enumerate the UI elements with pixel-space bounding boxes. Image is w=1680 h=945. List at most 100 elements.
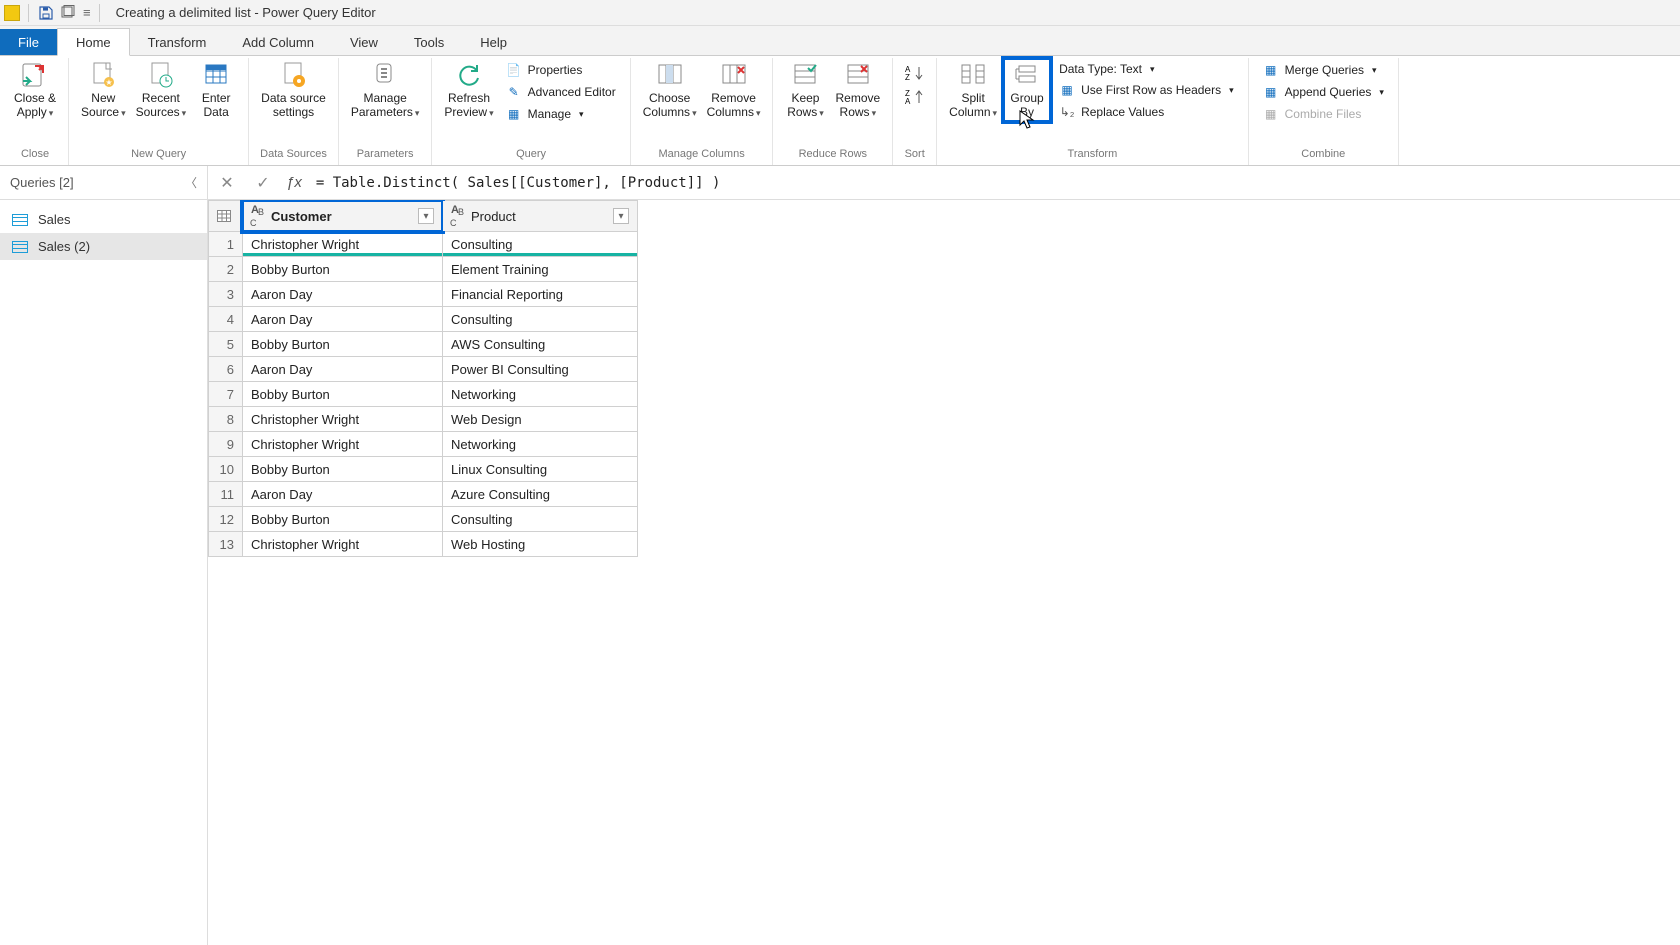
choose-columns-button[interactable]: Choose Columns xyxy=(639,58,701,122)
cell-customer[interactable]: Christopher Wright xyxy=(243,532,443,557)
row-number: 2 xyxy=(209,257,243,282)
table-corner-button[interactable] xyxy=(209,201,243,232)
main-area: Sales Sales (2) ABC Customer ▾ xyxy=(0,200,1680,945)
tab-tools[interactable]: Tools xyxy=(396,29,462,55)
cell-customer[interactable]: Aaron Day xyxy=(243,282,443,307)
column-header-product[interactable]: ABC Product ▾ xyxy=(443,201,638,232)
remove-rows-button[interactable]: Remove Rows xyxy=(831,58,884,122)
new-source-button[interactable]: ★ New Source xyxy=(77,58,130,122)
cell-product[interactable]: Power BI Consulting xyxy=(443,357,638,382)
tab-home[interactable]: Home xyxy=(57,28,130,56)
table-row[interactable]: 2Bobby BurtonElement Training xyxy=(209,257,638,282)
sort-desc-button[interactable]: ZA xyxy=(905,88,925,106)
collapse-pane-icon[interactable]: 〈 xyxy=(185,174,197,191)
cell-customer[interactable]: Christopher Wright xyxy=(243,232,443,257)
merge-queries-button[interactable]: ▦Merge Queries▾ xyxy=(1257,60,1383,80)
table-row[interactable]: 8Christopher WrightWeb Design xyxy=(209,407,638,432)
preview-table: ABC Customer ▾ ABC Product ▾ 1Christ xyxy=(208,200,638,557)
row-number: 6 xyxy=(209,357,243,382)
table-row[interactable]: 7Bobby BurtonNetworking xyxy=(209,382,638,407)
table-row[interactable]: 5Bobby BurtonAWS Consulting xyxy=(209,332,638,357)
cell-customer[interactable]: Bobby Burton xyxy=(243,382,443,407)
cell-customer[interactable]: Bobby Burton xyxy=(243,507,443,532)
formula-bar: ✕ ✓ ƒx = Table.Distinct( Sales[[Customer… xyxy=(208,166,1680,199)
replace-values-button[interactable]: ↳₂Replace Values xyxy=(1053,102,1170,122)
table-row[interactable]: 10Bobby BurtonLinux Consulting xyxy=(209,457,638,482)
tab-help[interactable]: Help xyxy=(462,29,525,55)
table-row[interactable]: 6Aaron DayPower BI Consulting xyxy=(209,357,638,382)
formula-input[interactable]: = Table.Distinct( Sales[[Customer], [Pro… xyxy=(316,175,1674,191)
split-column-button[interactable]: Split Column xyxy=(945,58,1001,122)
advanced-editor-button[interactable]: ✎Advanced Editor xyxy=(500,82,622,102)
append-icon: ▦ xyxy=(1263,84,1279,100)
row-number: 11 xyxy=(209,482,243,507)
properties-button[interactable]: 📄Properties xyxy=(500,60,589,80)
cell-product[interactable]: Networking xyxy=(443,432,638,457)
remove-columns-icon xyxy=(717,60,751,90)
cell-product[interactable]: AWS Consulting xyxy=(443,332,638,357)
query-item-sales[interactable]: Sales xyxy=(0,206,207,233)
cell-customer[interactable]: Christopher Wright xyxy=(243,432,443,457)
manage-parameters-button[interactable]: Manage Parameters xyxy=(347,58,424,122)
commit-formula-button[interactable]: ✓ xyxy=(250,170,276,196)
enter-data-button[interactable]: Enter Data xyxy=(192,58,240,122)
cell-product[interactable]: Consulting xyxy=(443,507,638,532)
cancel-formula-button[interactable]: ✕ xyxy=(214,170,240,196)
cell-product[interactable]: Networking xyxy=(443,382,638,407)
cell-customer[interactable]: Bobby Burton xyxy=(243,257,443,282)
ribbon-group-new-query: ★ New Source Recent Sources Enter Data N… xyxy=(69,58,249,165)
column-filter-dropdown[interactable]: ▾ xyxy=(613,208,629,224)
manage-query-button[interactable]: ▦Manage▾ xyxy=(500,104,590,124)
column-filter-dropdown[interactable]: ▾ xyxy=(418,208,434,224)
cell-product[interactable]: Azure Consulting xyxy=(443,482,638,507)
quick-access-dropdown-icon[interactable] xyxy=(59,4,77,22)
table-row[interactable]: 9Christopher WrightNetworking xyxy=(209,432,638,457)
properties-icon: 📄 xyxy=(506,62,522,78)
group-by-button[interactable]: Group By xyxy=(1003,58,1051,122)
table-row[interactable]: 1Christopher WrightConsulting xyxy=(209,232,638,257)
cell-product[interactable]: Financial Reporting xyxy=(443,282,638,307)
queries-header[interactable]: Queries [2] 〈 xyxy=(0,166,208,199)
keep-rows-button[interactable]: Keep Rows xyxy=(781,58,829,122)
save-icon[interactable] xyxy=(37,4,55,22)
cell-product[interactable]: Web Design xyxy=(443,407,638,432)
tab-view[interactable]: View xyxy=(332,29,396,55)
replace-icon: ↳₂ xyxy=(1059,104,1075,120)
cell-product[interactable]: Consulting xyxy=(443,307,638,332)
recent-sources-button[interactable]: Recent Sources xyxy=(132,58,191,122)
fx-label[interactable]: ƒx xyxy=(286,174,306,191)
cell-customer[interactable]: Aaron Day xyxy=(243,482,443,507)
close-apply-button[interactable]: Close & Apply xyxy=(10,58,60,122)
data-source-settings-button[interactable]: Data source settings xyxy=(257,58,330,122)
table-row[interactable]: 13Christopher WrightWeb Hosting xyxy=(209,532,638,557)
append-queries-button[interactable]: ▦Append Queries▾ xyxy=(1257,82,1390,102)
table-row[interactable]: 4Aaron DayConsulting xyxy=(209,307,638,332)
column-header-customer[interactable]: ABC Customer ▾ xyxy=(243,201,443,232)
first-row-headers-button[interactable]: ▦Use First Row as Headers▾ xyxy=(1053,80,1240,100)
combine-files-button[interactable]: ▦Combine Files xyxy=(1257,104,1368,124)
cell-customer[interactable]: Aaron Day xyxy=(243,307,443,332)
query-item-sales-2[interactable]: Sales (2) xyxy=(0,233,207,260)
cell-product[interactable]: Element Training xyxy=(443,257,638,282)
cell-product[interactable]: Linux Consulting xyxy=(443,457,638,482)
split-column-icon xyxy=(956,60,990,90)
table-row[interactable]: 12Bobby BurtonConsulting xyxy=(209,507,638,532)
data-type-button[interactable]: Data Type: Text▾ xyxy=(1053,60,1160,78)
cell-customer[interactable]: Bobby Burton xyxy=(243,457,443,482)
cell-product[interactable]: Web Hosting xyxy=(443,532,638,557)
tab-transform[interactable]: Transform xyxy=(130,29,225,55)
sort-asc-button[interactable]: AZ xyxy=(905,64,925,82)
tab-file[interactable]: File xyxy=(0,29,57,55)
cell-customer[interactable]: Bobby Burton xyxy=(243,332,443,357)
ribbon-group-transform: Split Column Group By Data Type: Text▾ ▦… xyxy=(937,58,1248,165)
cell-customer[interactable]: Aaron Day xyxy=(243,357,443,382)
refresh-preview-button[interactable]: Refresh Preview xyxy=(440,58,497,122)
tab-add-column[interactable]: Add Column xyxy=(224,29,332,55)
cell-customer[interactable]: Christopher Wright xyxy=(243,407,443,432)
table-row[interactable]: 3Aaron DayFinancial Reporting xyxy=(209,282,638,307)
remove-columns-button[interactable]: Remove Columns xyxy=(703,58,765,122)
title-bar: ≡ Creating a delimited list - Power Quer… xyxy=(0,0,1680,26)
ribbon-group-close: Close & Apply Close xyxy=(2,58,69,165)
table-row[interactable]: 11Aaron DayAzure Consulting xyxy=(209,482,638,507)
cell-product[interactable]: Consulting xyxy=(443,232,638,257)
